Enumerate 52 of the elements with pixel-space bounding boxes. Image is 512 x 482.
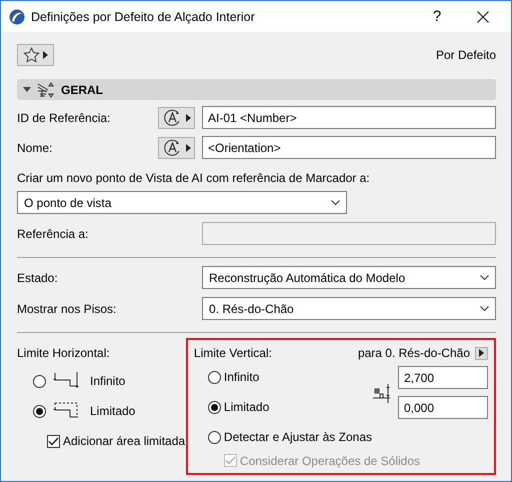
elevation-icon bbox=[37, 82, 55, 98]
field-label: Nome: bbox=[17, 140, 54, 154]
viewpoint-label: Criar um novo ponto de Vista de AI com referência de Marcador a: bbox=[17, 171, 371, 185]
radio-button[interactable] bbox=[33, 404, 46, 418]
checkbox-label: Adicionar área limitada bbox=[63, 434, 186, 448]
section-label: Limite Vertical: bbox=[194, 346, 272, 360]
auto-text-icon bbox=[162, 108, 182, 126]
app-logo-icon bbox=[9, 8, 25, 24]
field-label: Mostrar nos Pisos: bbox=[17, 302, 118, 316]
auto-text-button[interactable] bbox=[158, 106, 195, 128]
option-label: Infinito bbox=[224, 370, 260, 384]
section-header[interactable]: GERAL bbox=[17, 79, 496, 100]
dropdown[interactable]: 0. Rés-do-Chão bbox=[202, 297, 496, 320]
chevron-down-icon bbox=[480, 275, 489, 280]
triangle-icon bbox=[43, 51, 48, 59]
viewpoint-dropdown[interactable]: O ponto de vista bbox=[17, 191, 347, 214]
triangle-icon bbox=[186, 114, 190, 122]
top-height-field[interactable]: 2,700 bbox=[398, 366, 488, 389]
option-label: Limitado bbox=[224, 400, 270, 414]
radio-button[interactable] bbox=[208, 430, 221, 444]
auto-text-button[interactable] bbox=[158, 136, 195, 158]
option-label: Infinito bbox=[90, 374, 126, 388]
section-label: Limite Horizontal: bbox=[17, 346, 111, 360]
close-icon bbox=[477, 10, 489, 22]
checkbox[interactable] bbox=[47, 434, 60, 448]
triangle-icon bbox=[479, 349, 484, 357]
window-title: Definições por Defeito de Alçado Interior bbox=[31, 10, 256, 24]
field-label: Estado: bbox=[17, 270, 59, 284]
radio-button[interactable] bbox=[208, 400, 221, 414]
checkbox-label: Considerar Operações de Sólidos bbox=[240, 454, 420, 468]
text-field[interactable]: AI-01 <Number> bbox=[202, 106, 496, 129]
field-label: Referência a: bbox=[17, 226, 90, 240]
dropdown[interactable]: Reconstrução Automática do Modelo bbox=[202, 266, 496, 289]
help-button[interactable]: ? bbox=[417, 2, 457, 30]
floor-menu-button[interactable] bbox=[475, 346, 488, 360]
option-label: Detectar e Ajustar às Zonas bbox=[224, 430, 372, 444]
star-icon bbox=[23, 47, 40, 63]
triangle-icon bbox=[186, 144, 190, 152]
preset-label: Por Defeito bbox=[436, 48, 496, 62]
field-label: ID de Referência: bbox=[17, 110, 112, 124]
bottom-height-field[interactable]: 0,000 bbox=[398, 396, 488, 419]
radio-button[interactable] bbox=[208, 370, 221, 384]
chevron-down-icon bbox=[331, 200, 340, 205]
text-field[interactable]: <Orientation> bbox=[202, 136, 496, 159]
radio-button[interactable] bbox=[33, 374, 46, 388]
chevron-down-icon bbox=[480, 306, 489, 311]
open-boundary-icon bbox=[52, 371, 80, 391]
option-label: Limitado bbox=[90, 404, 136, 418]
auto-text-icon bbox=[162, 138, 182, 156]
expanded-triangle-icon bbox=[23, 87, 31, 92]
floor-link-label: para 0. Rés-do-Chão bbox=[358, 346, 470, 360]
favorites-button[interactable] bbox=[17, 44, 54, 66]
